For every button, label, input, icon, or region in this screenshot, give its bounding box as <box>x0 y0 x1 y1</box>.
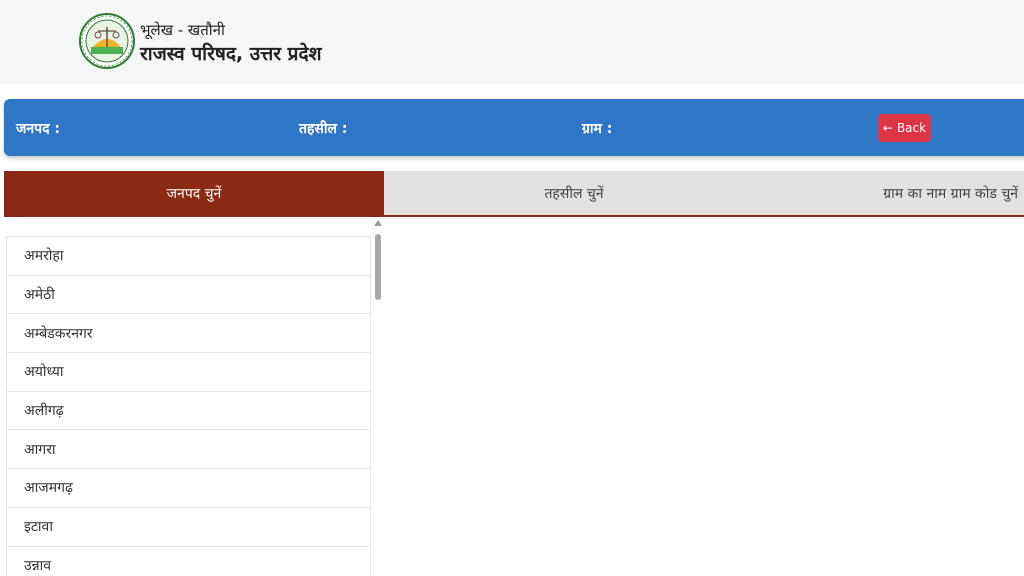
list-item[interactable]: उन्नाव <box>7 545 370 576</box>
tab-select-tehsil[interactable]: तहसील चुनें <box>384 171 764 215</box>
list-item[interactable]: अलीगढ़ <box>7 390 370 430</box>
page: भूलेख - खतौनी राजस्व परिषद, उत्तर प्रदेश… <box>0 0 1024 576</box>
step-tabs: जनपद चुनें तहसील चुनें ग्राम का नाम ग्रा… <box>4 171 1024 217</box>
list-item[interactable]: इटावा <box>7 506 370 546</box>
tab-select-district[interactable]: जनपद चुनें <box>4 171 384 215</box>
site-title: राजस्व परिषद, उत्तर प्रदेश <box>140 43 322 65</box>
scroll-up-icon[interactable] <box>374 220 382 226</box>
arrow-left-icon: ← <box>882 121 893 135</box>
tehsil-label: तहसील : <box>299 121 348 137</box>
list-item[interactable]: आगरा <box>7 429 370 469</box>
back-button-label: Back <box>896 121 927 135</box>
list-item[interactable]: आजमगढ़ <box>7 468 370 507</box>
gram-label: ग्राम : <box>582 121 613 137</box>
district-list-container: अमरोहा अमेठी अम्बेडकरनगर अयोध्या अलीगढ़ आगरा आ… <box>6 220 386 576</box>
scrollbar[interactable] <box>373 220 383 576</box>
selection-info-bar: जनपद : तहसील : ग्राम : ← Back <box>4 99 1024 156</box>
district-list: अमरोहा अमेठी अम्बेडकरनगर अयोध्या अलीगढ़ आगरा आ… <box>6 236 371 576</box>
list-item[interactable]: अमेठी <box>7 274 370 314</box>
list-item[interactable]: अमरोहा <box>7 236 370 275</box>
site-header: भूलेख - खतौनी राजस्व परिषद, उत्तर प्रदेश <box>0 0 1024 84</box>
list-item[interactable]: अयोध्या <box>7 352 370 391</box>
list-item[interactable]: अम्बेडकरनगर <box>7 313 370 353</box>
seal-logo-icon <box>79 13 135 69</box>
janpad-label: जनपद : <box>16 121 61 137</box>
back-button[interactable]: ← Back <box>878 114 931 142</box>
scroll-thumb[interactable] <box>375 234 381 300</box>
site-subtitle: भूलेख - खतौनी <box>140 21 225 39</box>
tab-select-village[interactable]: ग्राम का नाम ग्राम कोड चुनें <box>764 171 1024 215</box>
